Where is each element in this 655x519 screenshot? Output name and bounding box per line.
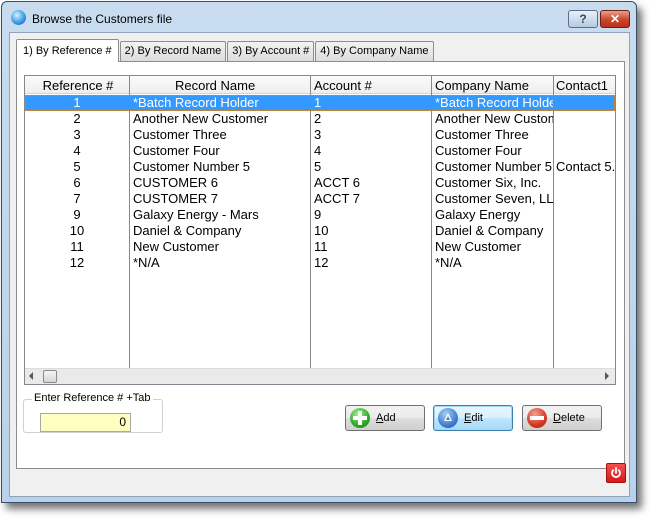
add-button[interactable]: Add <box>345 405 425 431</box>
horizontal-scrollbar[interactable] <box>25 368 615 384</box>
cell-account: 10 <box>314 223 329 238</box>
table-row[interactable]: 10 Daniel & Company 10 Daniel & Company <box>25 223 615 239</box>
cell-company-name: New Customer <box>435 239 521 254</box>
cell-reference: 6 <box>73 175 81 190</box>
delete-button-label: Delete <box>553 412 585 424</box>
app-globe-icon <box>11 10 26 25</box>
cell-reference: 7 <box>73 191 81 206</box>
help-button[interactable]: ? <box>568 10 598 28</box>
power-icon <box>611 467 621 478</box>
cell-record-name: CUSTOMER 7 <box>133 191 218 206</box>
grid-header: Reference # Record Name Account # Compan… <box>25 76 615 94</box>
column-header-reference[interactable]: Reference # <box>33 78 123 93</box>
grid-rows: 1 *Batch Record Holder 1 *Batch Record Hold… <box>25 95 615 271</box>
cell-account: ACCT 6 <box>314 175 360 190</box>
edit-button[interactable]: Edit <box>433 405 513 431</box>
cell-contact1: Contact 5.1 <box>556 159 616 174</box>
table-row[interactable]: 3 Customer Three 3 Customer Three <box>25 127 615 143</box>
table-row[interactable]: 2 Another New Customer 2 Another New Custom… <box>25 111 615 127</box>
exit-power-button[interactable] <box>606 463 626 483</box>
cell-company-name: Another New Customer <box>435 111 553 126</box>
tab-strip: 1) By Reference # 2) By Record Name 3) B… <box>16 39 435 62</box>
tab-panel: Reference # Record Name Account # Compan… <box>16 61 625 469</box>
delete-button[interactable]: Delete <box>522 405 602 431</box>
cell-company-name: Customer Number 5 <box>435 159 553 174</box>
cell-record-name: Daniel & Company <box>133 223 242 238</box>
column-header-company-name[interactable]: Company Name <box>435 78 529 93</box>
reference-number-input[interactable]: 0 <box>40 413 131 432</box>
cell-company-name: *Batch Record Holder <box>435 95 553 110</box>
cell-reference: 9 <box>73 207 81 222</box>
table-row[interactable]: 1 *Batch Record Holder 1 *Batch Record Hold… <box>25 95 615 111</box>
scroll-left-arrow-icon[interactable] <box>29 372 33 380</box>
cell-company-name: Customer Four <box>435 143 522 158</box>
cell-reference: 2 <box>73 111 81 126</box>
tab-by-company-name[interactable]: 4) By Company Name <box>315 41 434 61</box>
tab-by-account[interactable]: 3) By Account # <box>227 41 315 61</box>
column-header-account[interactable]: Account # <box>314 78 372 93</box>
table-row[interactable]: 4 Customer Four 4 Customer Four <box>25 143 615 159</box>
edit-triangle-icon <box>438 408 458 428</box>
cell-account: ACCT 7 <box>314 191 360 206</box>
scroll-right-arrow-icon[interactable] <box>605 372 609 380</box>
cell-record-name: Customer Four <box>133 143 220 158</box>
table-row[interactable]: 12 *N/A 12 *N/A <box>25 255 615 271</box>
cell-reference: 11 <box>70 239 84 254</box>
browse-customers-window: Browse the Customers file ? ✕ 1) By Refe… <box>1 1 637 503</box>
cell-record-name: Customer Three <box>133 127 227 142</box>
cell-reference: 4 <box>73 143 81 158</box>
plus-icon <box>350 408 370 428</box>
cell-reference: 10 <box>69 223 85 238</box>
reference-entry-label: Enter Reference # +Tab <box>32 392 153 404</box>
edit-button-label: Edit <box>464 412 483 424</box>
scroll-thumb[interactable] <box>43 370 57 383</box>
table-row[interactable]: 9 Galaxy Energy - Mars 9 Galaxy Energy <box>25 207 615 223</box>
cell-record-name: New Customer <box>133 239 219 254</box>
reference-entry-group: Enter Reference # +Tab 0 <box>23 392 163 433</box>
cell-company-name: Customer Six, Inc. <box>435 175 542 190</box>
window-title: Browse the Customers file <box>32 12 173 26</box>
cell-account: 12 <box>314 255 329 270</box>
cell-record-name: Galaxy Energy - Mars <box>133 207 259 222</box>
cell-record-name: Customer Number 5 <box>133 159 251 174</box>
dialog-client-area: 1) By Reference # 2) By Record Name 3) B… <box>9 32 630 497</box>
customers-grid[interactable]: Reference # Record Name Account # Compan… <box>24 75 616 385</box>
column-header-record-name[interactable]: Record Name <box>175 78 255 93</box>
table-row[interactable]: 5 Customer Number 5 5 Customer Number 5 Cont… <box>25 159 615 175</box>
cell-record-name: *N/A <box>133 255 160 270</box>
table-row[interactable]: 6 CUSTOMER 6 ACCT 6 Customer Six, Inc. <box>25 175 615 191</box>
table-row[interactable]: 7 CUSTOMER 7 ACCT 7 Customer Seven, LLC <box>25 191 615 207</box>
cell-reference: 12 <box>69 255 85 270</box>
cell-company-name: *N/A <box>435 255 462 270</box>
cell-company-name: Customer Seven, LLC <box>435 191 553 206</box>
cell-account: 3 <box>314 127 322 142</box>
tab-by-record-name[interactable]: 2) By Record Name <box>119 41 227 61</box>
cell-company-name: Customer Three <box>435 127 529 142</box>
cell-account: 2 <box>314 111 322 126</box>
table-row[interactable]: 11 New Customer 11 New Customer <box>25 239 615 255</box>
cell-account: 11 <box>314 239 328 254</box>
cell-reference: 1 <box>73 95 81 110</box>
cell-account: 1 <box>314 95 322 110</box>
column-header-contact1[interactable]: Contact1 <box>556 78 608 93</box>
cell-reference: 5 <box>73 159 81 174</box>
cell-record-name: CUSTOMER 6 <box>133 175 218 190</box>
tab-by-reference[interactable]: 1) By Reference # <box>16 39 119 62</box>
cell-record-name: Another New Customer <box>133 111 269 126</box>
cell-account: 9 <box>314 207 322 222</box>
title-bar[interactable]: Browse the Customers file ? ✕ <box>2 2 636 32</box>
add-button-label: Add <box>376 412 396 424</box>
cell-account: 5 <box>314 159 322 174</box>
cell-reference: 3 <box>73 127 81 142</box>
close-button[interactable]: ✕ <box>600 10 630 28</box>
cell-record-name: *Batch Record Holder <box>133 95 259 110</box>
minus-icon <box>527 408 547 428</box>
cell-company-name: Daniel & Company <box>435 223 544 238</box>
cell-company-name: Galaxy Energy <box>435 207 521 222</box>
cell-account: 4 <box>314 143 322 158</box>
